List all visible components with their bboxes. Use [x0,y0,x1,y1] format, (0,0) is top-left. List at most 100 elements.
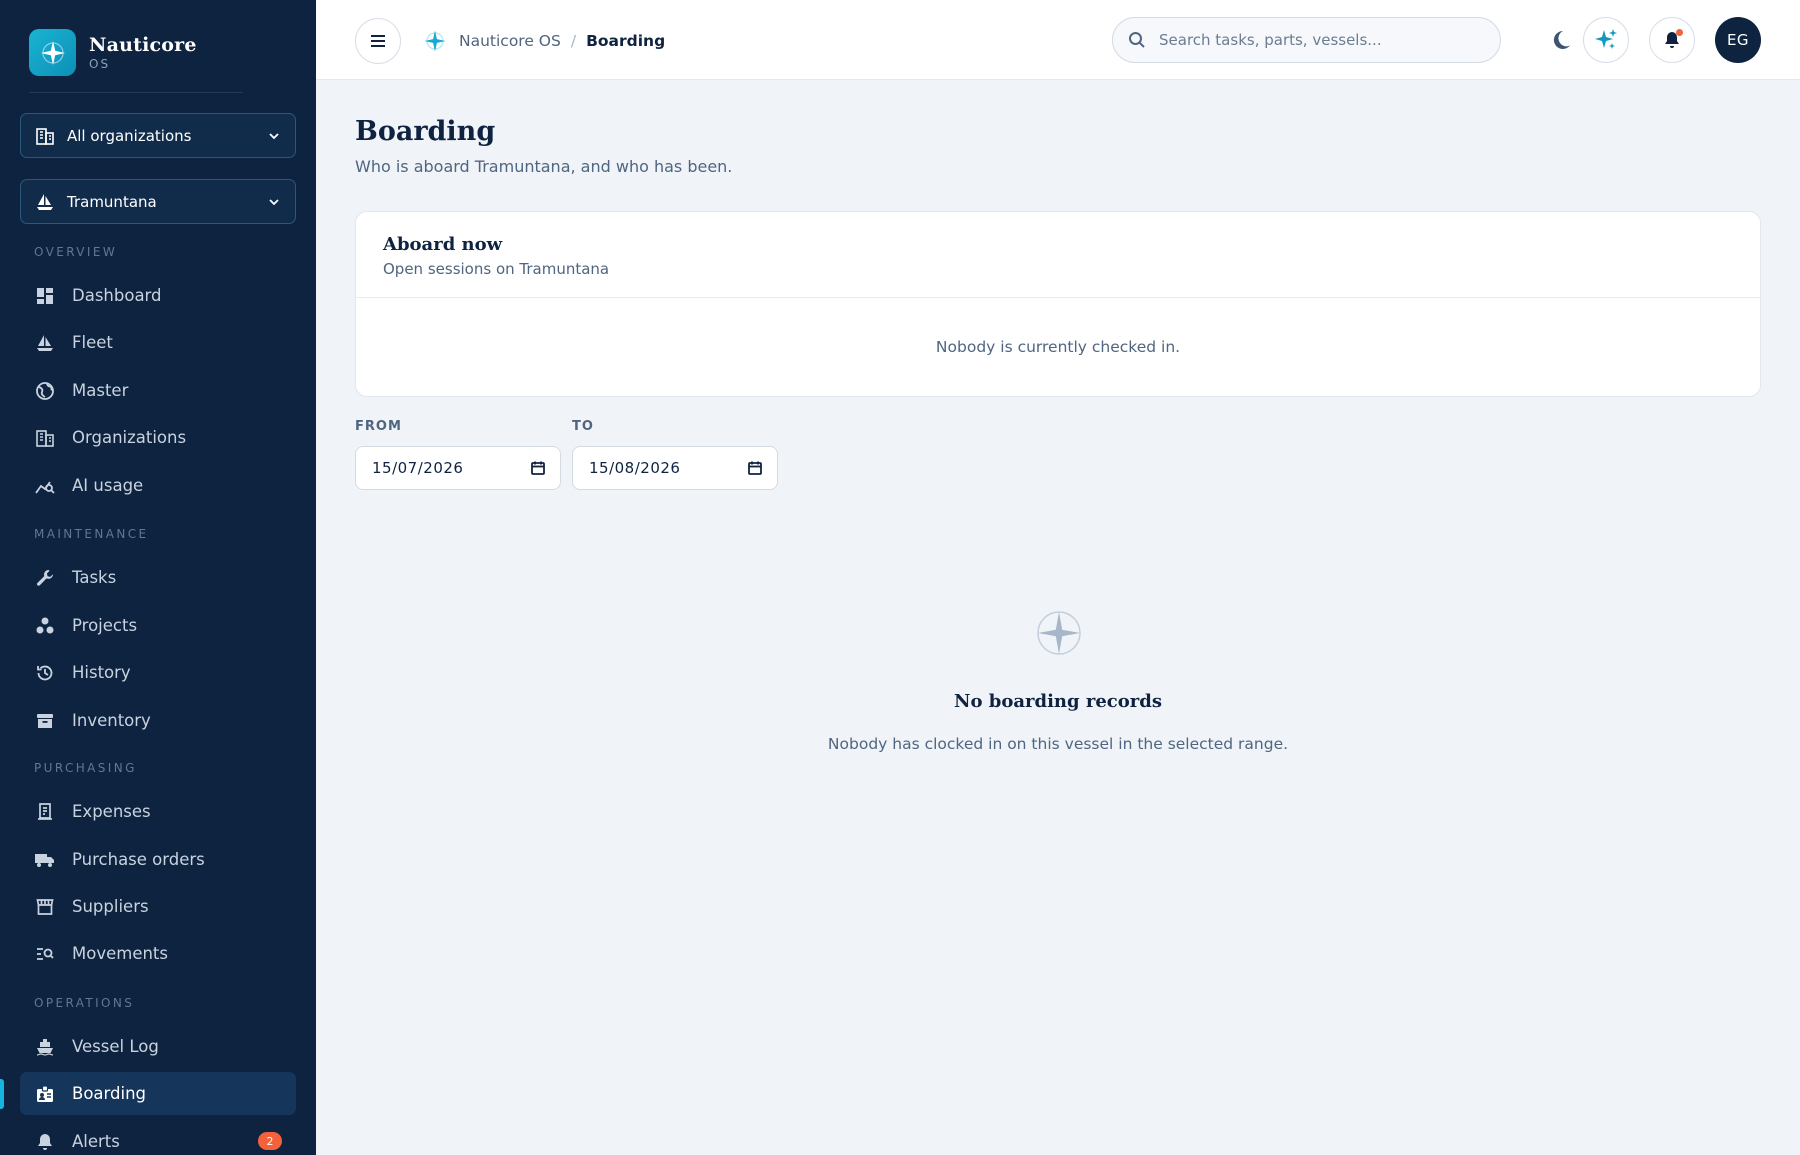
sidebar-item-label: Expenses [72,802,151,821]
brand-name: Nauticore [89,34,197,56]
card-title: Aboard now [383,234,503,255]
sidebar-item-master[interactable]: Master [20,369,296,412]
ship-icon [34,1036,56,1058]
sidebar-item-tasks[interactable]: Tasks [20,556,296,599]
section-operations: OPERATIONS [34,996,135,1010]
organization-selector-label: All organizations [67,126,192,145]
alerts-count-badge: 2 [258,1132,282,1150]
active-indicator [0,1079,4,1109]
brand[interactable]: Nauticore OS [29,29,197,76]
sidebar-item-inventory[interactable]: Inventory [20,699,296,742]
aboard-empty-message: Nobody is currently checked in. [935,338,1181,356]
notifications-button[interactable] [1649,17,1695,63]
sidebar-item-label: Fleet [72,333,113,352]
sidebar-item-projects[interactable]: Projects [20,604,296,647]
section-maintenance: MAINTENANCE [34,527,149,541]
compass-logo-icon [29,29,76,76]
empty-state-subtitle: Nobody has clocked in on this vessel in … [827,735,1289,753]
bell-icon [34,1131,56,1153]
calendar-icon[interactable] [747,460,763,476]
moon-icon [1553,30,1570,49]
manage-search-icon [34,943,56,965]
breadcrumb-current: Boarding [586,32,666,50]
globe-icon [34,380,56,402]
from-date-input[interactable]: 15/07/2026 [355,446,561,490]
chevron-down-icon [269,132,279,139]
storefront-icon [34,896,56,918]
sidebar-item-label: Alerts [72,1132,120,1151]
sidebar-item-label: Suppliers [72,897,149,916]
sidebar-item-label: Organizations [72,428,187,447]
compass-icon [422,28,448,54]
workspaces-icon [34,615,56,637]
to-label: TO [572,419,594,434]
section-overview: OVERVIEW [34,245,118,259]
user-avatar[interactable]: EG [1715,17,1761,63]
organization-selector[interactable]: All organizations [20,113,296,158]
wrench-icon [34,567,56,589]
search-icon [1129,32,1145,48]
ai-assistant-button[interactable] [1583,17,1629,63]
breadcrumb-separator: / [570,32,577,50]
sidebar-item-fleet[interactable]: Fleet [20,321,296,364]
sidebar-item-movements[interactable]: Movements [20,932,296,975]
sailboat-icon [35,192,55,212]
sidebar-item-alerts[interactable]: Alerts 2 [20,1120,296,1155]
sidebar-item-label: Projects [72,616,138,635]
from-label: FROM [355,419,402,434]
sparkles-icon [1595,29,1617,49]
main-content: Boarding Who is aboard Tramuntana, and w… [316,80,1800,1155]
top-bar: Nauticore OS / Boarding EG [316,0,1800,80]
search-bar[interactable] [1112,17,1501,63]
sidebar-item-boarding[interactable]: Boarding [20,1072,296,1115]
sidebar-item-label: Boarding [72,1084,147,1103]
sidebar-item-history[interactable]: History [20,651,296,694]
search-input[interactable] [1159,31,1479,49]
menu-button[interactable] [355,18,401,64]
sidebar-item-ai-usage[interactable]: AI usage [20,464,296,507]
brand-divider [29,92,243,93]
notification-dot [1676,29,1683,36]
sidebar-item-dashboard[interactable]: Dashboard [20,274,296,317]
sidebar-item-suppliers[interactable]: Suppliers [20,885,296,928]
vessel-selector[interactable]: Tramuntana [20,179,296,224]
brand-sub: OS [89,57,111,71]
breadcrumb-root-link[interactable]: Nauticore OS [459,32,561,50]
analytics-icon [34,475,56,497]
building-icon [35,126,55,146]
to-date-value: 15/08/2026 [589,459,681,477]
sidebar-item-label: Movements [72,944,168,963]
to-date-input[interactable]: 15/08/2026 [572,446,778,490]
sidebar-item-expenses[interactable]: Expenses [20,790,296,833]
sidebar-item-label: History [72,663,131,682]
page-subtitle: Who is aboard Tramuntana, and who has be… [355,157,733,176]
sidebar-item-label: Master [72,381,129,400]
badge-id-icon [34,1083,56,1105]
history-icon [34,662,56,684]
card-divider [356,297,1760,298]
building-icon [34,427,56,449]
sidebar-item-purchase-orders[interactable]: Purchase orders [20,838,296,881]
theme-toggle-button[interactable] [1538,17,1584,63]
sailboat-icon [34,332,56,354]
section-purchasing: PURCHASING [34,761,137,775]
sidebar-item-label: Purchase orders [72,850,205,869]
compass-empty-icon [1037,611,1081,655]
sidebar-item-organizations[interactable]: Organizations [20,416,296,459]
truck-icon [34,849,56,871]
archive-icon [34,710,56,732]
sidebar-item-label: Vessel Log [72,1037,159,1056]
sidebar-item-vessel-log[interactable]: Vessel Log [20,1025,296,1068]
hamburger-icon [371,35,385,47]
vessel-selector-label: Tramuntana [67,192,157,211]
sidebar-item-label: Tasks [72,568,117,587]
from-date-value: 15/07/2026 [372,459,464,477]
empty-state-title: No boarding records [954,691,1162,712]
sidebar-item-label: Inventory [72,711,151,730]
sidebar: Nauticore OS All organizations Tramuntan… [0,0,316,1155]
calendar-icon[interactable] [530,460,546,476]
aboard-now-card: Aboard now Open sessions on Tramuntana N… [355,211,1761,397]
page-title: Boarding [355,116,496,147]
breadcrumb: Nauticore OS / Boarding [422,28,665,54]
chevron-down-icon [269,198,279,205]
